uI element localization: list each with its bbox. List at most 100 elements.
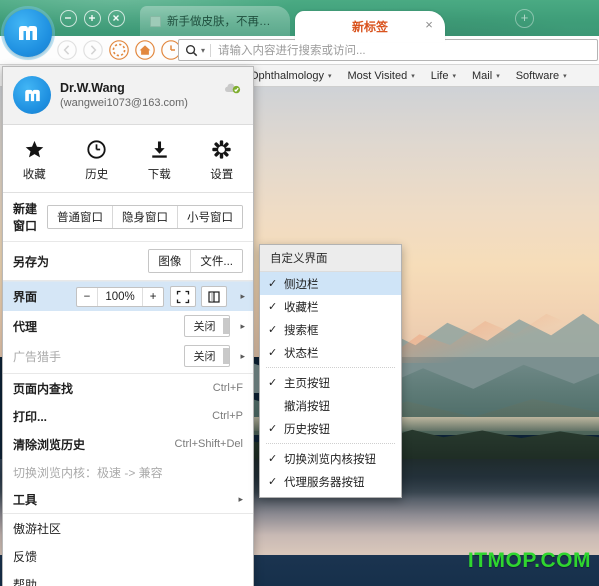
adblock-row[interactable]: 广告猎手 关闭 ▸: [3, 341, 253, 374]
save-as-file-button[interactable]: 文件...: [191, 250, 242, 272]
bookmark-item-most-visited[interactable]: Most Visited ▾: [348, 70, 415, 82]
quick-action-settings[interactable]: 设置: [191, 134, 254, 186]
menu-link-feedback[interactable]: 反馈: [3, 542, 253, 570]
submenu-item-history-button[interactable]: ✓ 历史按钮: [260, 417, 401, 440]
proxy-toggle[interactable]: 关闭: [184, 315, 231, 337]
submenu-item-switch-engine-button[interactable]: ✓ 切换浏览内核按钮: [260, 447, 401, 470]
submenu-item-undo-button[interactable]: 撤消按钮: [260, 394, 401, 417]
bookmark-item-mail[interactable]: Mail ▾: [472, 70, 500, 82]
toggle-knob: [223, 318, 230, 334]
bookmark-label: Software: [515, 69, 560, 82]
toggle-knob: [223, 348, 230, 364]
cloud-synced-icon[interactable]: [224, 81, 241, 97]
address-input-placeholder[interactable]: 请输入内容进行搜索或访问...: [218, 42, 366, 58]
submenu-item-status-bar[interactable]: ✓ 状态栏: [260, 341, 401, 364]
check-icon: ✓: [268, 324, 278, 336]
submenu-item-label: 主页按钮: [284, 377, 330, 390]
split-view-icon[interactable]: [201, 286, 228, 307]
submenu-item-proxy-button[interactable]: ✓ 代理服务器按钮: [260, 470, 401, 493]
save-as-image-button[interactable]: 图像: [149, 250, 192, 272]
account-text: Dr.W.Wang (wangwei1073@163.com): [60, 81, 188, 109]
proxy-row[interactable]: 代理 关闭 ▸: [3, 311, 253, 341]
check-icon: ✓: [268, 377, 278, 389]
menu-item-label: 切换浏览内核：极速 -> 兼容: [13, 465, 163, 480]
window-controls: [60, 10, 125, 27]
submenu-item-label: 切换浏览内核按钮: [284, 453, 376, 466]
menu-item-shortcut: Ctrl+Shift+Del: [174, 438, 243, 450]
refresh-icon[interactable]: [108, 39, 130, 61]
chevron-down-icon: ▾: [411, 72, 415, 80]
new-window-normal-button[interactable]: 普通窗口: [48, 206, 113, 228]
submenu-item-bookmarks-bar[interactable]: ✓ 收藏栏: [260, 295, 401, 318]
proxy-submenu-arrow-icon[interactable]: ▸: [240, 321, 245, 332]
maximize-button[interactable]: [84, 10, 101, 27]
menu-item-tools[interactable]: 工具 ▸: [3, 486, 253, 514]
adblock-label: 广告猎手: [13, 349, 62, 364]
quick-action-favorites[interactable]: 收藏: [3, 134, 66, 186]
zoom-stepper: − 100% +: [75, 286, 165, 307]
proxy-state: 关闭: [193, 321, 216, 333]
account-header[interactable]: Dr.W.Wang (wangwei1073@163.com): [3, 67, 253, 125]
menu-item-label: 打印...: [13, 409, 48, 424]
submenu-item-home-button[interactable]: ✓ 主页按钮: [260, 371, 401, 394]
submenu-item-sidebar[interactable]: ✓ 侧边栏: [260, 272, 401, 295]
tab-favicon: [150, 15, 161, 27]
customize-interface-submenu: 自定义界面 ✓ 侧边栏 ✓ 收藏栏 ✓ 搜索框 ✓ 状态栏 ✓ 主页按钮 撤消按…: [259, 244, 402, 498]
check-icon: ✓: [268, 453, 278, 465]
adblock-submenu-arrow-icon[interactable]: ▸: [240, 351, 245, 362]
gear-icon: [191, 136, 254, 162]
quick-action-label: 下载: [147, 169, 171, 181]
bookmark-item-life[interactable]: Life ▾: [431, 70, 456, 82]
address-bar[interactable]: ▾ 请输入内容进行搜索或访问...: [178, 39, 598, 61]
interface-row[interactable]: 界面 − 100% + ▸: [3, 281, 253, 311]
bookmark-label: Life: [430, 69, 449, 82]
bookmark-item-software[interactable]: Software ▾: [516, 70, 567, 82]
submenu-item-label: 撤消按钮: [284, 400, 330, 413]
address-divider: [210, 43, 212, 57]
submenu-item-label: 侧边栏: [284, 278, 319, 291]
zoom-out-button[interactable]: −: [77, 288, 98, 306]
tab-inactive[interactable]: 新手做皮肤，不再更新|【12.23】...: [140, 6, 290, 36]
menu-item-find-in-page[interactable]: 页面内查找 Ctrl+F: [3, 374, 253, 402]
fullscreen-icon[interactable]: [170, 286, 197, 307]
new-window-options: 普通窗口 隐身窗口 小号窗口: [47, 205, 243, 229]
new-window-mini-button[interactable]: 小号窗口: [178, 206, 242, 228]
save-as-row: 另存为 图像 文件...: [3, 242, 253, 281]
check-icon: ✓: [268, 301, 278, 313]
bookmark-label: Most Visited: [347, 69, 408, 82]
menu-link-help[interactable]: 帮助: [3, 570, 253, 586]
interface-submenu-arrow-icon[interactable]: ▸: [240, 291, 245, 302]
tab-close-icon[interactable]: ×: [422, 18, 436, 32]
search-icon: [185, 44, 198, 56]
menu-item-clear-history[interactable]: 清除浏览历史 Ctrl+Shift+Del: [3, 430, 253, 458]
quick-action-downloads[interactable]: 下载: [128, 134, 191, 186]
quick-action-label: 设置: [210, 169, 234, 181]
quick-action-history[interactable]: 历史: [66, 134, 129, 186]
new-tab-button[interactable]: +: [515, 9, 534, 28]
zoom-in-button[interactable]: +: [143, 288, 164, 306]
minimize-button[interactable]: [60, 10, 77, 27]
back-icon[interactable]: [56, 39, 78, 61]
search-engine-caret-icon[interactable]: ▾: [201, 46, 205, 55]
menu-link-community[interactable]: 傲游社区: [3, 514, 253, 542]
maxthon-logo-icon: [4, 9, 52, 57]
chevron-down-icon: ▾: [563, 72, 567, 80]
new-window-incognito-button[interactable]: 隐身窗口: [113, 206, 178, 228]
nav-icon-group: [56, 39, 182, 61]
submenu-item-search-box[interactable]: ✓ 搜索框: [260, 318, 401, 341]
tab-active[interactable]: 新标签 ×: [295, 11, 445, 42]
menu-item-print[interactable]: 打印... Ctrl+P: [3, 402, 253, 430]
adblock-toggle[interactable]: 关闭: [184, 345, 231, 367]
forward-icon[interactable]: [82, 39, 104, 61]
interface-label: 界面: [13, 290, 38, 304]
home-icon[interactable]: [134, 39, 156, 61]
zoom-value: 100%: [97, 287, 143, 306]
check-icon: ✓: [268, 278, 278, 290]
tab-title: 新手做皮肤，不再更新|【12.23】...: [167, 16, 280, 28]
menu-item-shortcut: Ctrl+P: [212, 410, 243, 422]
close-button[interactable]: [108, 10, 125, 27]
bookmark-item-ophthalmology[interactable]: Ophthalmology ▾: [250, 70, 332, 82]
menu-item-label: 页面内查找: [13, 381, 74, 396]
menu-item-label: 清除浏览历史: [13, 437, 86, 452]
tools-submenu-arrow-icon[interactable]: ▸: [238, 494, 243, 505]
